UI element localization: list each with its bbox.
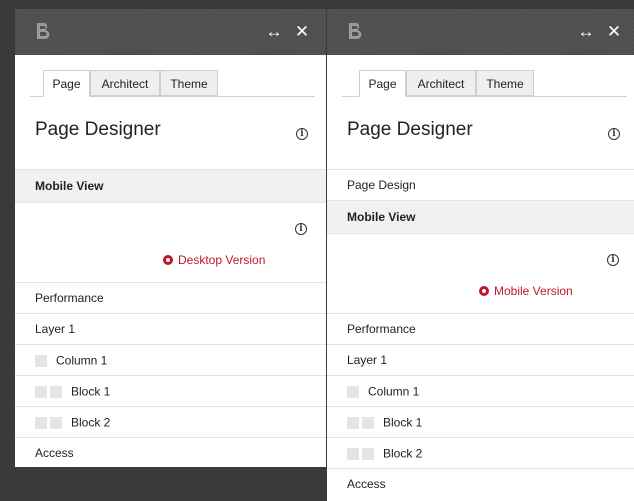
brand-logo-icon	[37, 23, 50, 39]
tree-item-label: Block 1	[71, 384, 111, 399]
tree-box-icon	[347, 448, 359, 461]
tab-page[interactable]: Page	[359, 70, 406, 97]
list-item[interactable]: Access	[327, 468, 634, 499]
page-title: Page Designer	[347, 119, 473, 140]
tab-bar: Page Architect Theme	[15, 63, 326, 97]
section-mobile-view[interactable]: Mobile View	[327, 200, 634, 233]
arrows-horizontal-icon[interactable]: ↔	[574, 9, 598, 55]
tree-item-block[interactable]: Block 1	[327, 406, 634, 437]
info-icon[interactable]: i	[295, 223, 307, 235]
tree-box-icon	[347, 386, 359, 399]
tree-indent-boxes	[35, 407, 65, 438]
tree-box-icon	[35, 386, 47, 399]
tree-item-label: Column 1	[56, 353, 108, 368]
list-item[interactable]: Performance	[15, 282, 326, 313]
tree-indent-boxes	[347, 376, 362, 407]
panel-heading: Page Designer i	[327, 97, 634, 169]
page-title: Page Designer	[35, 119, 161, 140]
page-designer-panel-right: ↔ ✕ Page Architect Theme Page Designer i…	[327, 9, 634, 501]
tree-item-column[interactable]: Column 1	[327, 375, 634, 406]
tab-architect[interactable]: Architect	[90, 70, 160, 96]
tree-indent-boxes	[347, 438, 377, 469]
info-icon[interactable]: i	[607, 254, 619, 266]
tab-theme[interactable]: Theme	[160, 70, 218, 96]
list-item[interactable]: Access	[15, 437, 326, 468]
tree-item-label: Block 1	[383, 415, 423, 430]
list-item[interactable]: Layer 1	[327, 344, 634, 375]
tree-item-block[interactable]: Block 2	[327, 437, 634, 468]
version-link-label: Mobile Version	[494, 284, 573, 298]
tree-box-icon	[50, 417, 62, 430]
section-mobile-view[interactable]: Mobile View	[15, 169, 326, 202]
list-item-page-design[interactable]: Page Design	[327, 169, 634, 200]
page-designer-panel-left: ↔ ✕ Page Architect Theme Page Designer i…	[15, 9, 326, 467]
tree-box-icon	[50, 386, 62, 399]
version-link-label: Desktop Version	[178, 253, 266, 267]
info-icon[interactable]: i	[296, 128, 308, 140]
tree-item-label: Column 1	[368, 384, 420, 399]
list-item[interactable]: Layer 1	[15, 313, 326, 344]
eye-icon	[163, 255, 173, 265]
tree-box-icon	[35, 355, 47, 368]
mobile-version-link[interactable]: Mobile Version	[479, 284, 573, 298]
tree-box-icon	[35, 417, 47, 430]
close-icon[interactable]: ✕	[290, 9, 314, 55]
tree-indent-boxes	[347, 407, 377, 438]
info-icon[interactable]: i	[608, 128, 620, 140]
tab-bar: Page Architect Theme	[327, 63, 634, 97]
tree-item-block[interactable]: Block 1	[15, 375, 326, 406]
panel-titlebar: ↔ ✕	[327, 9, 634, 55]
list-item[interactable]: Performance	[327, 313, 634, 344]
desktop-version-link[interactable]: Desktop Version	[163, 253, 265, 267]
arrows-horizontal-icon[interactable]: ↔	[262, 9, 286, 55]
tree-indent-boxes	[35, 376, 65, 407]
eye-icon	[479, 286, 489, 296]
tree-item-block[interactable]: Block 2	[15, 406, 326, 437]
tree-box-icon	[362, 448, 374, 461]
tab-theme[interactable]: Theme	[476, 70, 534, 96]
mobile-view-detail: i Mobile Version	[327, 233, 634, 313]
tree-box-icon	[362, 417, 374, 430]
close-icon[interactable]: ✕	[602, 9, 626, 55]
panel-titlebar: ↔ ✕	[15, 9, 326, 55]
tab-page[interactable]: Page	[43, 70, 90, 97]
tab-architect[interactable]: Architect	[406, 70, 476, 96]
tree-indent-boxes	[35, 345, 50, 376]
brand-logo-icon	[349, 23, 362, 39]
tree-item-label: Block 2	[71, 415, 111, 430]
mobile-view-detail: i Desktop Version	[15, 202, 326, 282]
tree-box-icon	[347, 417, 359, 430]
tree-item-label: Block 2	[383, 446, 423, 461]
tree-item-column[interactable]: Column 1	[15, 344, 326, 375]
panel-heading: Page Designer i	[15, 97, 326, 169]
